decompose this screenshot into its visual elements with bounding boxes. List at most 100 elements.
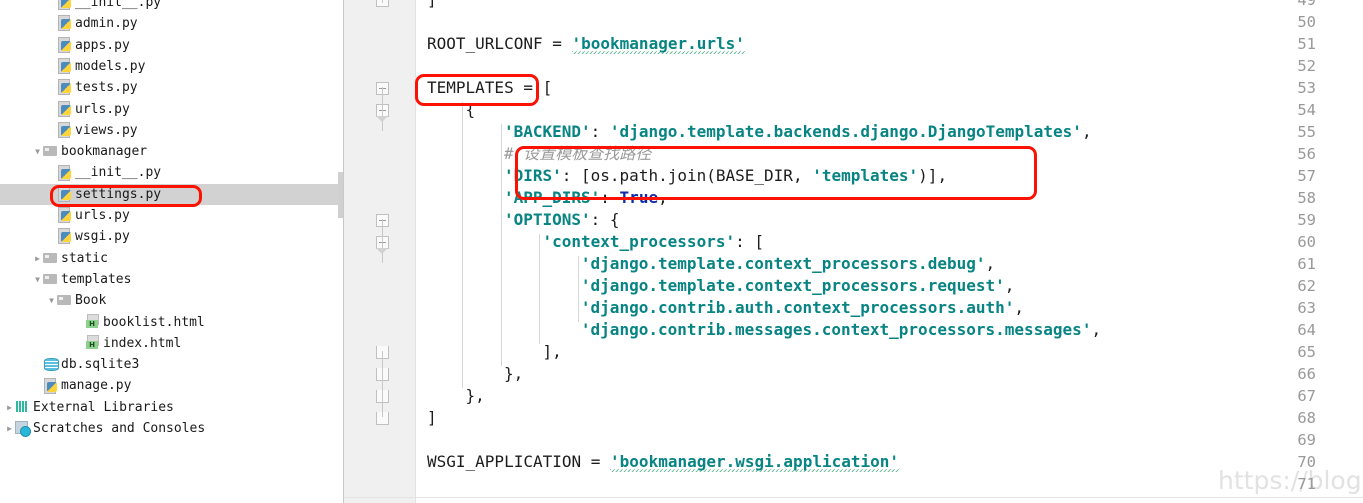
fold-connector-line bbox=[382, 219, 383, 263]
code-line-53[interactable]: TEMPLATES = [ bbox=[427, 77, 552, 99]
code-token: 'django.template.backends.django.DjangoT… bbox=[609, 122, 1082, 141]
code-line-54[interactable]: { bbox=[465, 99, 475, 121]
tree-item-label: settings.py bbox=[75, 186, 162, 202]
code-token: 'bookmanager.urls' bbox=[571, 34, 745, 54]
tree-item-label: admin.py bbox=[75, 16, 138, 32]
indent-guide bbox=[539, 234, 541, 344]
code-line-49[interactable]: ] bbox=[427, 0, 437, 11]
tree-spacer: ▶ bbox=[46, 77, 57, 98]
tree-item-admin-py[interactable]: ▶ admin.py bbox=[0, 13, 338, 34]
code-token: ], bbox=[542, 342, 562, 361]
python-file-icon bbox=[57, 36, 72, 53]
line-number: 61 bbox=[1297, 255, 1316, 273]
code-line-65[interactable]: ], bbox=[542, 341, 561, 363]
tree-item-views-py[interactable]: ▶ views.py bbox=[0, 120, 338, 141]
code-line-59[interactable]: 'OPTIONS': { bbox=[504, 209, 620, 231]
code-token: ] bbox=[427, 408, 437, 427]
line-number: 56 bbox=[1297, 145, 1316, 163]
line-number: 71 bbox=[1297, 475, 1316, 493]
fold-connector-line bbox=[382, 351, 383, 417]
editor-panel[interactable]: ] ROOT_URLCONF = 'bookmanager.urls' TEMPLA… bbox=[344, 0, 1363, 503]
line-number: 63 bbox=[1297, 299, 1316, 317]
tree-item-urls-py[interactable]: ▶ urls.py bbox=[0, 99, 338, 120]
tree-item-index-html[interactable]: ▶ index.html bbox=[0, 333, 338, 354]
line-number: 66 bbox=[1297, 365, 1316, 383]
chevron-down-icon[interactable]: ▼ bbox=[32, 269, 43, 290]
tree-item-settings-py[interactable]: ▶ settings.py bbox=[0, 183, 338, 205]
tree-item-booklist-html[interactable]: ▶ booklist.html bbox=[0, 312, 338, 333]
code-line-63[interactable]: 'django.contrib.auth.context_processors.… bbox=[581, 297, 1024, 319]
code-line-60[interactable]: 'context_processors': [ bbox=[542, 231, 764, 253]
tree-item-label: booklist.html bbox=[103, 314, 205, 330]
code-content[interactable]: ] ROOT_URLCONF = 'bookmanager.urls' TEMPLA… bbox=[416, 0, 1363, 503]
tree-item-label: tests.py bbox=[75, 80, 138, 96]
tree-item-db-sqlite3[interactable]: ▶ db.sqlite3 bbox=[0, 354, 338, 375]
code-token: 'bookmanager.wsgi.application' bbox=[610, 452, 900, 472]
code-line-56[interactable]: # 设置模板查找路径 bbox=[504, 143, 651, 165]
project-tree-panel[interactable]: ▶__init__.py▶admin.py▶apps.py▶models.py▶… bbox=[0, 0, 338, 503]
html-file-icon bbox=[85, 334, 100, 350]
code-line-62[interactable]: 'django.template.context_processors.requ… bbox=[581, 275, 1014, 297]
code-line-64[interactable]: 'django.contrib.messages.context_process… bbox=[581, 319, 1101, 341]
tree-item-init-py[interactable]: ▶ __init__.py bbox=[0, 162, 338, 183]
folder-icon bbox=[43, 271, 58, 286]
scratches-icon bbox=[15, 420, 31, 438]
tree-item-book[interactable]: ▼ Book bbox=[0, 290, 338, 311]
line-number: 51 bbox=[1297, 35, 1316, 53]
chevron-down-icon[interactable]: ▼ bbox=[32, 141, 43, 162]
line-number: 62 bbox=[1297, 277, 1316, 295]
code-token: 'django.template.context_processors.debu… bbox=[580, 254, 986, 273]
code-line-66[interactable]: }, bbox=[504, 363, 523, 385]
tree-item-wsgi-py[interactable]: ▶ wsgi.py bbox=[0, 226, 338, 247]
tree-spacer: ▶ bbox=[32, 354, 43, 375]
code-token: , bbox=[985, 254, 996, 273]
python-file-icon bbox=[57, 58, 72, 75]
indent-guide bbox=[500, 124, 502, 366]
tree-item-models-py[interactable]: ▶ models.py bbox=[0, 56, 338, 77]
tree-item-label: urls.py bbox=[75, 101, 130, 117]
tree-item-templates[interactable]: ▼ templates bbox=[0, 269, 338, 290]
code-line-58[interactable]: 'APP_DIRS': True, bbox=[504, 187, 668, 209]
tree-item-external-libraries[interactable]: ▶ External Libraries bbox=[0, 397, 338, 418]
code-token: 'context_processors' bbox=[542, 232, 736, 251]
tree-spacer: ▶ bbox=[46, 0, 57, 13]
code-line-70[interactable]: WSGI_APPLICATION = 'bookmanager.wsgi.app… bbox=[427, 451, 900, 473]
code-token: : bbox=[600, 188, 620, 207]
tree-item-scratches-and-consoles[interactable]: ▶ Scratches and Consoles bbox=[0, 418, 338, 439]
line-number: 49 bbox=[1297, 0, 1316, 9]
line-number: 69 bbox=[1297, 431, 1316, 449]
tree-item-label: Book bbox=[75, 293, 107, 309]
chevron-right-icon[interactable]: ▶ bbox=[32, 248, 43, 269]
code-line-51[interactable]: ROOT_URLCONF = 'bookmanager.urls' bbox=[427, 33, 745, 55]
code-line-68[interactable]: ] bbox=[427, 407, 437, 429]
fold-arrow-icon bbox=[376, 116, 389, 123]
tree-item-label: templates bbox=[61, 271, 132, 287]
tree-item-label: static bbox=[61, 250, 108, 266]
tree-item-label: External Libraries bbox=[33, 399, 174, 415]
line-number: 57 bbox=[1297, 167, 1316, 185]
code-token: }, bbox=[503, 364, 524, 383]
code-line-57[interactable]: 'DIRS': [os.path.join(BASE_DIR, 'templat… bbox=[504, 165, 947, 187]
tree-item-init-py[interactable]: ▶ __init__.py bbox=[0, 0, 338, 13]
tree-item-bookmanager[interactable]: ▼ bookmanager bbox=[0, 141, 338, 162]
code-line-67[interactable]: }, bbox=[465, 385, 484, 407]
line-number: 54 bbox=[1297, 101, 1316, 119]
tree-item-apps-py[interactable]: ▶ apps.py bbox=[0, 35, 338, 56]
code-token: 'django.contrib.auth.context_processors.… bbox=[580, 298, 1015, 317]
code-token: , bbox=[658, 188, 668, 207]
chevron-right-icon[interactable]: ▶ bbox=[4, 397, 15, 418]
tree-item-label: __init__.py bbox=[75, 0, 162, 10]
chevron-right-icon[interactable]: ▶ bbox=[4, 418, 15, 439]
code-line-55[interactable]: 'BACKEND': 'django.template.backends.dja… bbox=[504, 121, 1092, 143]
chevron-down-icon[interactable]: ▼ bbox=[46, 290, 57, 311]
code-token: )], bbox=[918, 166, 948, 185]
code-line-61[interactable]: 'django.template.context_processors.debu… bbox=[581, 253, 995, 275]
tree-item-manage-py[interactable]: ▶ manage.py bbox=[0, 375, 338, 396]
python-file-icon bbox=[57, 15, 72, 32]
tree-item-tests-py[interactable]: ▶ tests.py bbox=[0, 77, 338, 98]
python-file-icon bbox=[57, 0, 72, 11]
tree-item-static[interactable]: ▶ static bbox=[0, 248, 338, 269]
html-file-icon bbox=[85, 313, 100, 329]
tree-item-urls-py[interactable]: ▶ urls.py bbox=[0, 205, 338, 226]
tree-spacer: ▶ bbox=[46, 99, 57, 120]
